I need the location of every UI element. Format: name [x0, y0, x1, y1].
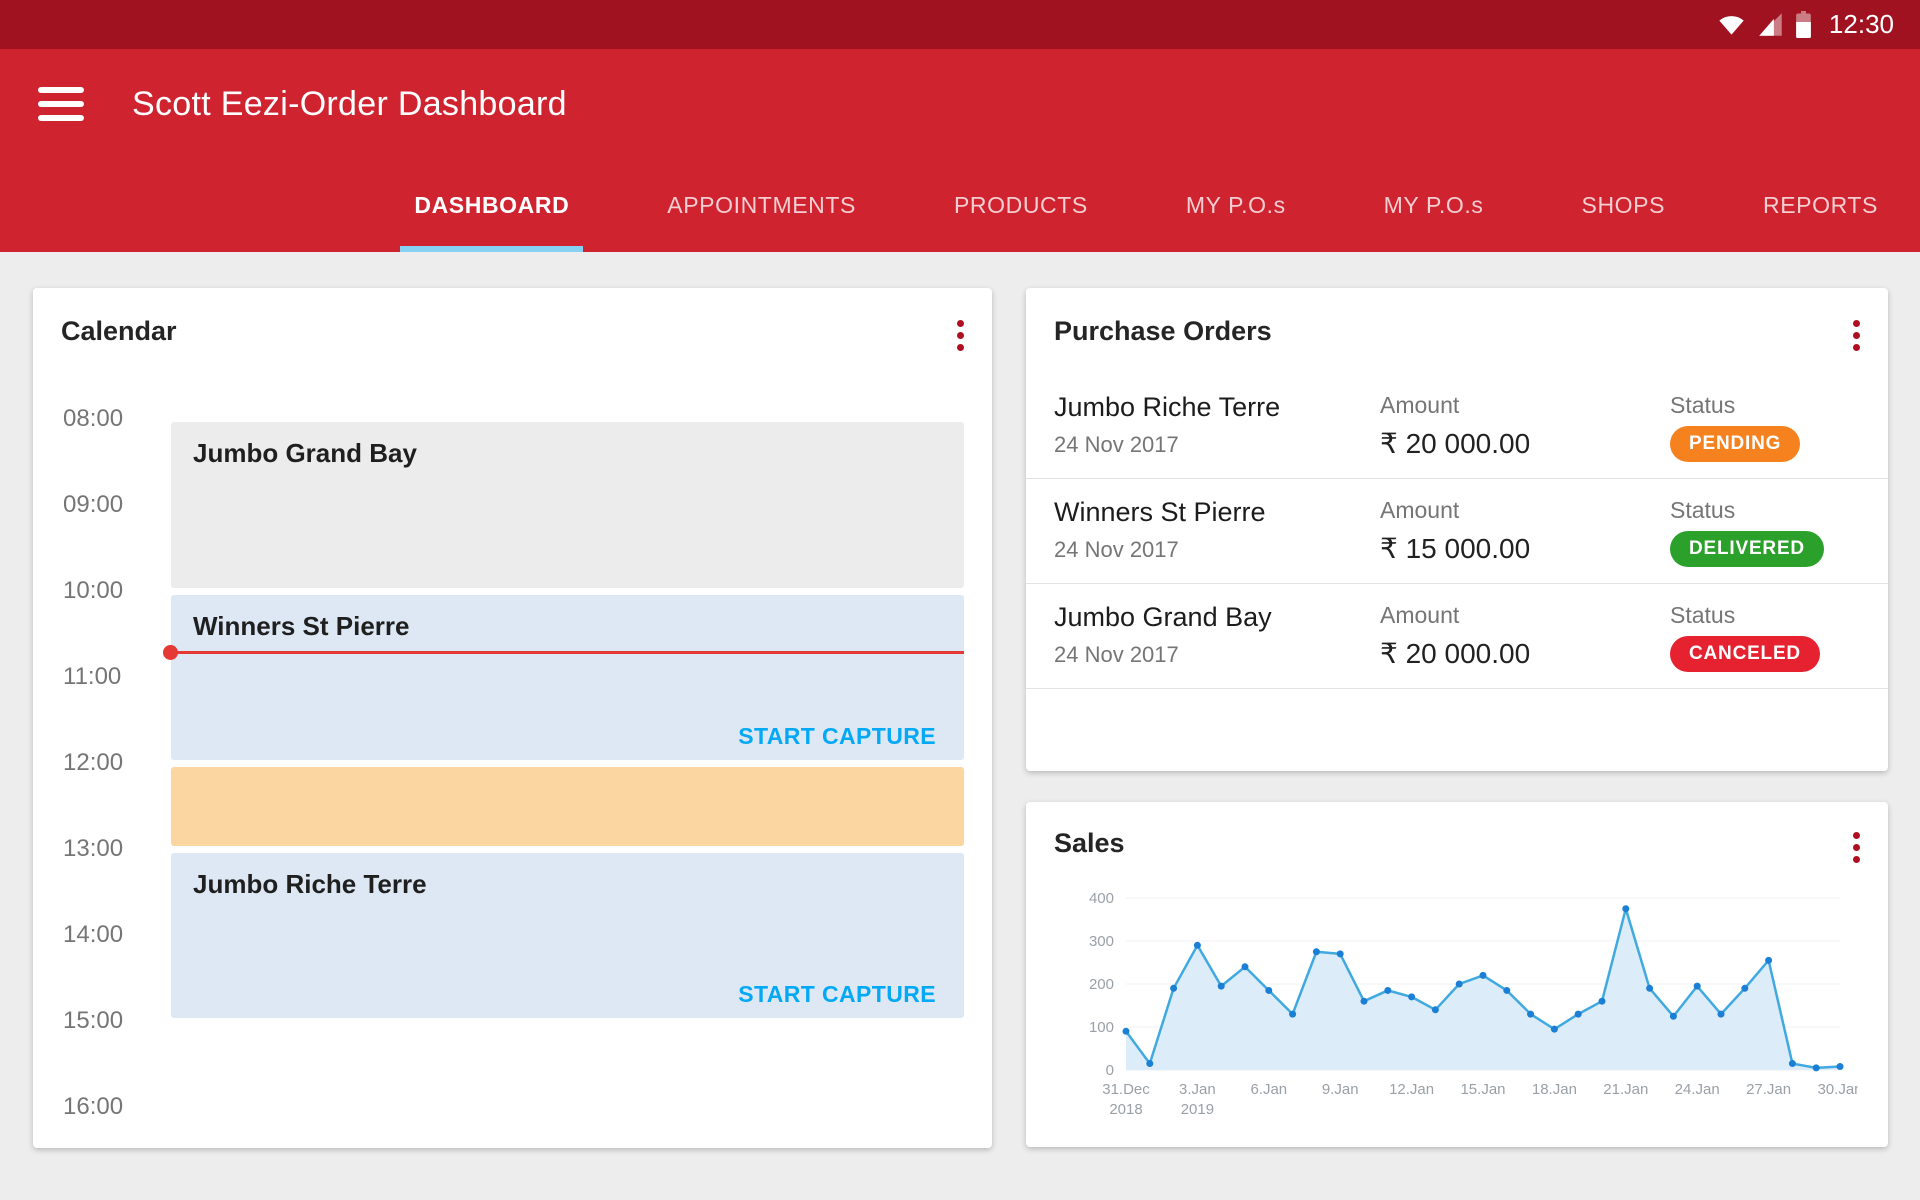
hour-label: 08:00: [63, 405, 123, 433]
purchase-orders-menu-button[interactable]: [1849, 316, 1864, 355]
menu-button[interactable]: [38, 87, 84, 121]
svg-text:18.Jan: 18.Jan: [1532, 1081, 1577, 1098]
clock: 12:30: [1829, 9, 1894, 40]
hour-label: 14:00: [63, 921, 123, 949]
sales-card: Sales 0 100 200 300 400 31.Dec 2018 3.Jan 2019 6.…: [1026, 802, 1888, 1147]
po-row[interactable]: Jumbo Grand Bay 24 Nov 2017 Amount ₹ 20 …: [1026, 584, 1888, 689]
event-title: Jumbo Riche Terre: [193, 869, 427, 900]
amount-label: Amount: [1380, 497, 1670, 524]
page-title: Scott Eezi-Order Dashboard: [132, 85, 567, 124]
status-badge: CANCELED: [1670, 636, 1820, 672]
start-capture-button[interactable]: START CAPTURE: [738, 981, 936, 1008]
event-title: Jumbo Grand Bay: [193, 438, 417, 469]
po-name: Jumbo Riche Terre: [1054, 392, 1380, 423]
amount-value: ₹ 20 000.00: [1380, 637, 1670, 670]
calendar-menu-button[interactable]: [953, 316, 968, 355]
po-row[interactable]: Jumbo Riche Terre 24 Nov 2017 Amount ₹ 2…: [1026, 374, 1888, 479]
svg-text:6.Jan: 6.Jan: [1250, 1081, 1287, 1098]
tab-appointments[interactable]: APPOINTMENTS: [653, 159, 870, 252]
svg-text:100: 100: [1089, 1019, 1114, 1036]
amount-label: Amount: [1380, 392, 1670, 419]
hour-label: 16:00: [63, 1093, 123, 1121]
svg-text:2018: 2018: [1109, 1101, 1142, 1118]
tab-reports[interactable]: REPORTS: [1749, 159, 1892, 252]
svg-text:21.Jan: 21.Jan: [1603, 1081, 1648, 1098]
svg-text:9.Jan: 9.Jan: [1322, 1081, 1359, 1098]
amount-value: ₹ 20 000.00: [1380, 427, 1670, 460]
current-time-indicator: [171, 651, 964, 654]
event-title: Winners St Pierre: [193, 611, 410, 642]
purchase-orders-list: Jumbo Riche Terre 24 Nov 2017 Amount ₹ 2…: [1026, 374, 1888, 689]
calendar-event-untitled[interactable]: [171, 767, 964, 846]
po-date: 24 Nov 2017: [1054, 432, 1380, 458]
tab-shops[interactable]: SHOPS: [1568, 159, 1680, 252]
svg-text:12.Jan: 12.Jan: [1389, 1081, 1434, 1098]
status-bar: 12:30: [0, 0, 1920, 49]
amount-value: ₹ 15 000.00: [1380, 532, 1670, 565]
hour-label: 10:00: [63, 577, 123, 605]
purchase-orders-title: Purchase Orders: [1054, 316, 1272, 347]
calendar-event-jumbo-grand-bay[interactable]: Jumbo Grand Bay: [171, 422, 964, 588]
hour-label: 09:00: [63, 491, 123, 519]
tab-dashboard[interactable]: DASHBOARD: [400, 159, 583, 252]
tab-my-pos-1[interactable]: MY P.O.s: [1172, 159, 1300, 252]
svg-text:2019: 2019: [1181, 1101, 1214, 1118]
start-capture-button[interactable]: START CAPTURE: [738, 723, 936, 750]
tab-products[interactable]: PRODUCTS: [940, 159, 1102, 252]
current-time-dot: [163, 645, 178, 660]
svg-text:27.Jan: 27.Jan: [1746, 1081, 1791, 1098]
po-name: Winners St Pierre: [1054, 497, 1380, 528]
svg-text:15.Jan: 15.Jan: [1460, 1081, 1505, 1098]
purchase-orders-card: Purchase Orders Jumbo Riche Terre 24 Nov…: [1026, 288, 1888, 771]
wifi-icon: [1718, 11, 1745, 38]
hour-label: 15:00: [63, 1007, 123, 1035]
svg-text:30.Jan: 30.Jan: [1817, 1081, 1858, 1098]
svg-text:0: 0: [1106, 1062, 1114, 1079]
svg-text:3.Jan: 3.Jan: [1179, 1081, 1216, 1098]
sales-menu-button[interactable]: [1849, 828, 1864, 867]
po-row[interactable]: Winners St Pierre 24 Nov 2017 Amount ₹ 1…: [1026, 479, 1888, 584]
svg-text:31.Dec: 31.Dec: [1102, 1081, 1150, 1098]
hour-label: 12:00: [63, 749, 123, 777]
toolbar: Scott Eezi-Order Dashboard: [0, 49, 1920, 159]
sales-line-chart: 0 100 200 300 400 31.Dec 2018 3.Jan 2019 6.Jan 9.J…: [1048, 874, 1858, 1139]
tab-bar: DASHBOARD APPOINTMENTS PRODUCTS MY P.O.s…: [0, 159, 1920, 252]
po-date: 24 Nov 2017: [1054, 642, 1380, 668]
status-badge: DELIVERED: [1670, 531, 1824, 567]
sales-title: Sales: [1054, 828, 1125, 859]
calendar-event-winners-st-pierre[interactable]: Winners St Pierre START CAPTURE: [171, 595, 964, 760]
svg-text:24.Jan: 24.Jan: [1675, 1081, 1720, 1098]
svg-text:400: 400: [1089, 890, 1114, 907]
status-label: Status: [1670, 392, 1860, 419]
po-name: Jumbo Grand Bay: [1054, 602, 1380, 633]
hour-label: 11:00: [63, 663, 121, 691]
battery-icon: [1796, 11, 1811, 38]
status-label: Status: [1670, 497, 1860, 524]
svg-text:300: 300: [1089, 933, 1114, 950]
hour-label: 13:00: [63, 835, 123, 863]
calendar-card: Calendar 08:00 09:00 10:00 11:00 12:00 1…: [33, 288, 992, 1148]
signal-icon: [1757, 11, 1784, 38]
po-date: 24 Nov 2017: [1054, 537, 1380, 563]
tab-my-pos-2[interactable]: MY P.O.s: [1370, 159, 1498, 252]
status-label: Status: [1670, 602, 1860, 629]
svg-text:200: 200: [1089, 976, 1114, 993]
status-badge: PENDING: [1670, 426, 1800, 462]
app-bar: Scott Eezi-Order Dashboard DASHBOARD APP…: [0, 49, 1920, 252]
amount-label: Amount: [1380, 602, 1670, 629]
calendar-title: Calendar: [61, 316, 177, 347]
calendar-event-jumbo-riche-terre[interactable]: Jumbo Riche Terre START CAPTURE: [171, 853, 964, 1018]
